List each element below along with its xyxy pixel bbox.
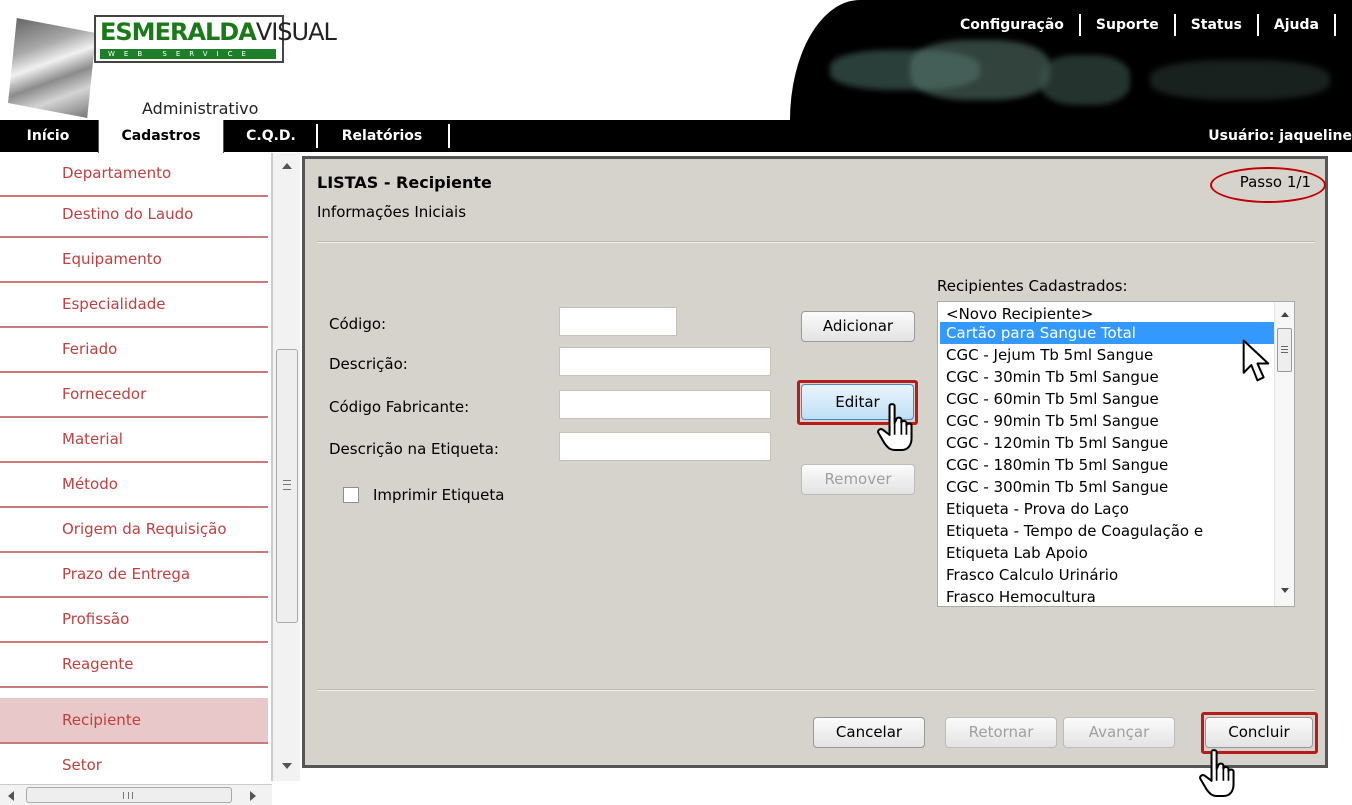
sidebar-scroll-thumb[interactable]: [276, 349, 298, 623]
menu-relatorios[interactable]: Relatórios: [322, 120, 442, 152]
codigo-input[interactable]: [559, 307, 677, 336]
sidebar-item-feriado[interactable]: Feriado: [0, 327, 268, 373]
list-item-selected[interactable]: Cartão para Sangue Total: [940, 322, 1274, 344]
app-header: ESMERALDAVISUAL WEB SERVICE Administrati…: [0, 0, 1352, 154]
scroll-left-arrow-icon[interactable]: [8, 791, 14, 801]
descricao-etiqueta-label: Descrição na Etiqueta:: [329, 440, 499, 458]
banner-glow: [1150, 60, 1330, 100]
sidebar-item-especialidade[interactable]: Especialidade: [0, 282, 268, 328]
main-menu: Início Cadastros C.Q.D. Relatórios Usuár…: [0, 120, 1352, 154]
adicionar-button[interactable]: Adicionar: [801, 311, 915, 342]
scroll-right-arrow-icon[interactable]: [250, 791, 256, 801]
list-item[interactable]: Etiqueta - Tempo de Coagulação e: [940, 520, 1274, 542]
sidebar-item-departamento[interactable]: Departamento: [0, 153, 268, 197]
sidebar-item-fornecedor[interactable]: Fornecedor: [0, 372, 268, 418]
banner-glow: [1040, 55, 1130, 105]
sidebar-horizontal-scrollbar[interactable]: [0, 784, 272, 805]
sidebar-item-destino-do-laudo[interactable]: Destino do Laudo: [0, 192, 268, 238]
sidebar-item-reagente[interactable]: Reagente: [0, 642, 268, 688]
grip-icon: [283, 480, 291, 490]
logo-brand-dark: VISUAL: [255, 18, 337, 46]
sidebar-item-metodo[interactable]: Método: [0, 462, 268, 508]
descricao-label: Descrição:: [329, 355, 408, 373]
sidebar-item-setor[interactable]: Setor: [0, 743, 268, 781]
link-configuracao[interactable]: Configuração: [945, 14, 1081, 36]
list-item[interactable]: CGC - 90min Tb 5ml Sangue: [940, 410, 1274, 432]
list-item[interactable]: Etiqueta - Prova do Laço: [940, 498, 1274, 520]
logo: ESMERALDAVISUAL WEB SERVICE Administrati…: [0, 0, 337, 128]
divider: [317, 689, 1315, 691]
codigo-fabricante-label: Código Fabricante:: [329, 398, 470, 416]
recipientes-list-label: Recipientes Cadastrados:: [937, 277, 1128, 295]
hand-pointer-icon: [1199, 749, 1235, 798]
user-label: Usuário: jaqueline: [1208, 128, 1352, 144]
list-item[interactable]: CGC - 180min Tb 5ml Sangue: [940, 454, 1274, 476]
avancar-button[interactable]: Avançar: [1063, 717, 1175, 748]
step-highlight-ellipse: [1210, 167, 1326, 203]
descricao-etiqueta-input[interactable]: [559, 432, 771, 461]
link-status[interactable]: Status: [1176, 14, 1259, 36]
retornar-button[interactable]: Retornar: [945, 717, 1057, 748]
menu-separator: [448, 124, 450, 148]
listbox-scrollbar[interactable]: [1274, 302, 1294, 606]
sidebar: Departamento Destino do Laudo Equipament…: [0, 153, 272, 781]
logo-brand: ESMERALDAVISUAL: [100, 18, 337, 46]
scroll-down-arrow-icon[interactable]: [1281, 588, 1289, 593]
list-item[interactable]: CGC - 120min Tb 5ml Sangue: [940, 432, 1274, 454]
list-item[interactable]: Frasco Hemocultura: [940, 586, 1274, 606]
divider: [317, 241, 1315, 243]
sidebar-item-prazo-de-entrega[interactable]: Prazo de Entrega: [0, 552, 268, 598]
menu-inicio[interactable]: Início: [0, 120, 96, 152]
dialog-subtitle: Informações Iniciais: [317, 203, 467, 221]
logo-tagline: WEB SERVICE: [100, 49, 276, 59]
scroll-down-arrow-icon[interactable]: [282, 763, 292, 769]
list-item[interactable]: Frasco Calculo Urinário: [940, 564, 1274, 586]
sidebar-item-material[interactable]: Material: [0, 417, 268, 463]
sidebar-scrollbar[interactable]: [272, 153, 300, 781]
scroll-up-arrow-icon[interactable]: [282, 163, 292, 169]
sidebar-item-profissao[interactable]: Profissão: [0, 597, 268, 643]
list-item[interactable]: CGC - 30min Tb 5ml Sangue: [940, 366, 1274, 388]
link-suporte[interactable]: Suporte: [1081, 14, 1176, 36]
imprimir-etiqueta-checkbox[interactable]: [343, 487, 359, 503]
menu-cqd[interactable]: C.Q.D.: [226, 120, 316, 152]
header-banner: Configuração Suporte Status Ajuda: [790, 0, 1352, 120]
grip-icon: [123, 792, 133, 799]
top-links: Configuração Suporte Status Ajuda: [945, 14, 1336, 36]
menu-cadastros[interactable]: Cadastros: [98, 120, 224, 154]
descricao-input[interactable]: [559, 347, 771, 376]
logo-box: ESMERALDAVISUAL WEB SERVICE: [94, 15, 337, 63]
list-item[interactable]: CGC - Jejum Tb 5ml Sangue: [940, 344, 1274, 366]
recipiente-dialog: LISTAS - Recipiente Informações Iniciais…: [302, 156, 1328, 768]
horizontal-scroll-thumb[interactable]: [26, 787, 232, 803]
grip-icon: [1281, 346, 1288, 353]
list-item[interactable]: CGC - 60min Tb 5ml Sangue: [940, 388, 1274, 410]
dialog-title: LISTAS - Recipiente: [317, 173, 492, 192]
list-item[interactable]: Etiqueta Lab Apoio: [940, 542, 1274, 564]
scroll-up-arrow-icon[interactable]: [1281, 312, 1289, 317]
logo-graphic: [8, 18, 96, 118]
arrow-cursor-icon: [1242, 339, 1270, 382]
sidebar-item-recipiente[interactable]: Recipiente: [0, 698, 268, 744]
remover-button[interactable]: Remover: [801, 464, 915, 495]
hand-pointer-icon: [877, 403, 913, 452]
banner-glow: [910, 40, 1050, 100]
logo-brand-green: ESMERALDA: [100, 18, 257, 46]
sidebar-item-equipamento[interactable]: Equipamento: [0, 237, 268, 283]
listbox-scroll-thumb[interactable]: [1277, 328, 1292, 372]
list-item[interactable]: CGC - 300min Tb 5ml Sangue: [940, 476, 1274, 498]
sidebar-item-origem-da-requisicao[interactable]: Origem da Requisição: [0, 507, 268, 553]
logo-subtitle: Administrativo: [142, 99, 259, 118]
link-ajuda[interactable]: Ajuda: [1259, 14, 1336, 36]
menu-separator: [316, 124, 318, 148]
concluir-button[interactable]: Concluir: [1205, 717, 1313, 748]
cancelar-button[interactable]: Cancelar: [813, 717, 925, 748]
codigo-fabricante-input[interactable]: [559, 390, 771, 419]
codigo-label: Código:: [329, 315, 387, 333]
imprimir-etiqueta-label: Imprimir Etiqueta: [373, 486, 505, 504]
